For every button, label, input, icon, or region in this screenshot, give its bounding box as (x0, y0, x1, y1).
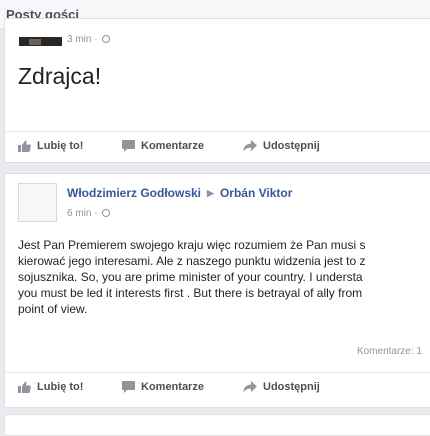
post-text: Zdrajca! (18, 63, 102, 89)
author-avatar[interactable] (18, 183, 57, 222)
default-avatar-icon (23, 188, 52, 217)
globe-icon (102, 35, 111, 43)
comment-label: Komentarze (141, 140, 204, 152)
post-text-line: Jest Pan Premierem swojego kraju więc ro… (18, 238, 366, 252)
post-meta: 6 min · (67, 208, 111, 219)
meta-separator: · (94, 208, 101, 219)
comment-bubble-icon (122, 140, 135, 152)
post-text-line: you must be led it interests first . But… (18, 286, 363, 300)
post-actions: Lubię to! Komentarze Udostępnij (5, 372, 430, 403)
meta-separator: · (94, 34, 101, 45)
thumbs-up-icon (18, 381, 31, 393)
like-button[interactable]: Lubię to! (18, 381, 83, 393)
comment-button[interactable]: Komentarze (122, 140, 204, 152)
triangle-right-icon: ▶ (207, 187, 214, 198)
post-card: Włodzimierz Godłowski ▶ Orbán Viktor 6 m… (4, 173, 430, 408)
post-time[interactable]: 6 min (67, 208, 91, 219)
post-meta: 3 min · (67, 34, 111, 45)
author-avatar[interactable] (19, 37, 62, 46)
post-text-line: point of view. (18, 302, 88, 316)
share-label: Udostępnij (263, 381, 320, 393)
like-label: Lubię to! (37, 140, 84, 152)
post-card: 3 min · Zdrajca! Lubię to! Komentarze Ud… (4, 18, 430, 163)
comment-button[interactable]: Komentarze (122, 381, 204, 393)
post-author-line: Włodzimierz Godłowski ▶ Orbán Viktor (67, 186, 292, 200)
share-button[interactable]: Udostępnij (243, 140, 320, 152)
target-page-name[interactable]: Orbán Viktor (220, 186, 292, 200)
post-text-line: sojusznika. So, you are prime minister o… (18, 270, 363, 284)
post-body: Jest Pan Premierem swojego kraju więc ro… (18, 237, 430, 317)
share-arrow-icon (243, 381, 257, 393)
comment-label: Komentarze (141, 381, 204, 393)
post-text-line: kierować jego interesami. Ale z naszego … (18, 254, 366, 268)
post-card (4, 414, 430, 436)
post-actions: Lubię to! Komentarze Udostępnij (5, 131, 430, 162)
comment-count-link[interactable]: Komentarze: 1 (357, 346, 422, 357)
comment-bubble-icon (122, 381, 135, 393)
like-label: Lubię to! (37, 381, 84, 393)
share-label: Udostępnij (263, 140, 320, 152)
post-time[interactable]: 3 min (67, 34, 91, 45)
thumbs-up-icon (18, 140, 31, 152)
share-arrow-icon (243, 140, 257, 152)
share-button[interactable]: Udostępnij (243, 381, 320, 393)
author-name[interactable]: Włodzimierz Godłowski (67, 186, 201, 200)
like-button[interactable]: Lubię to! (18, 140, 83, 152)
globe-icon (102, 209, 111, 217)
